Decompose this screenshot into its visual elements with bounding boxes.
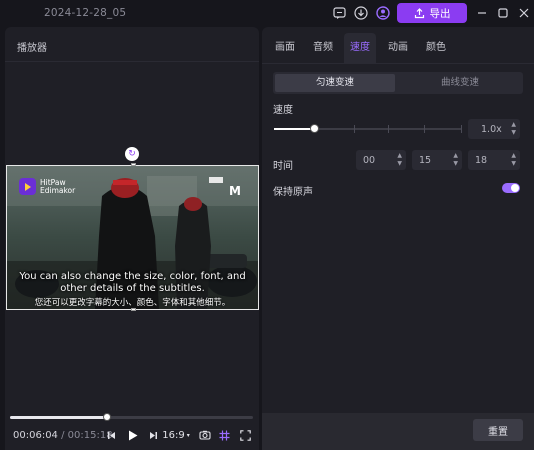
close-icon[interactable]: [516, 5, 532, 21]
properties-panel: 画面 音频 速度 动画 颜色 匀速变速 曲线变速 速度 1.0x ▲ ▼ 时间 0…: [262, 27, 534, 450]
chevron-down-icon[interactable]: ▼: [397, 160, 402, 168]
tab-animation[interactable]: 动画: [383, 33, 413, 63]
video-preview[interactable]: HitPaw Edimakor M You can also change th…: [7, 166, 258, 309]
prev-frame-icon: [107, 431, 115, 439]
minimize-icon[interactable]: [474, 5, 490, 21]
grid-icon: [219, 430, 230, 440]
chevron-up-icon[interactable]: ▲: [453, 152, 458, 160]
current-time: 00:06:04: [13, 430, 58, 441]
speed-value-input[interactable]: 1.0x ▲ ▼: [468, 119, 520, 139]
upload-icon: [414, 7, 424, 18]
reset-button[interactable]: 重置: [473, 419, 523, 441]
grid-button[interactable]: [218, 428, 231, 442]
maximize-icon[interactable]: [495, 5, 511, 21]
chevron-down-icon[interactable]: ▼: [511, 160, 516, 168]
feedback-icon[interactable]: [331, 5, 347, 21]
prev-frame-button[interactable]: [105, 428, 117, 442]
edimakor-logo-icon: [19, 178, 36, 195]
playback-progress-bar[interactable]: [10, 413, 253, 421]
chevron-down-icon: ▾: [186, 431, 190, 439]
tab-color[interactable]: 颜色: [421, 33, 451, 63]
speed-slider[interactable]: [274, 124, 462, 133]
keep-pitch-label: 保持原声: [273, 187, 313, 198]
minutes-stepper[interactable]: ▲ ▼: [453, 152, 458, 168]
resize-handle-top[interactable]: [131, 163, 136, 166]
time-minutes-value: 15: [419, 154, 432, 166]
download-icon[interactable]: [353, 5, 369, 21]
play-icon: [129, 430, 138, 440]
divider: [262, 63, 534, 64]
tab-bar: 画面 音频 速度 动画 颜色: [262, 33, 534, 63]
channel-tag: [209, 177, 223, 183]
progress-fill: [10, 416, 108, 419]
resize-handle-bottom[interactable]: [131, 308, 136, 311]
chevron-down-icon[interactable]: ▼: [511, 129, 516, 137]
watermark-logo: HitPaw Edimakor: [19, 178, 75, 195]
export-button[interactable]: 导出: [397, 3, 467, 23]
uniform-speed-button[interactable]: 匀速变速: [275, 74, 395, 92]
time-hours-input[interactable]: 00 ▲ ▼: [356, 150, 406, 170]
tab-speed[interactable]: 速度: [344, 33, 376, 63]
keep-pitch-toggle[interactable]: [502, 183, 520, 193]
play-button[interactable]: [126, 428, 140, 442]
speed-mode-switch: 匀速变速 曲线变速: [273, 72, 523, 94]
chevron-up-icon[interactable]: ▲: [511, 152, 516, 160]
time-hours-value: 00: [363, 154, 376, 166]
subtitle-english: You can also change the size, color, fon…: [19, 271, 246, 294]
time-seconds-value: 18: [475, 154, 488, 166]
export-label: 导出: [429, 7, 451, 20]
hours-stepper[interactable]: ▲ ▼: [397, 152, 402, 168]
toggle-knob: [511, 184, 519, 192]
speed-label: 速度: [273, 105, 293, 116]
time-minutes-input[interactable]: 15 ▲ ▼: [412, 150, 462, 170]
next-frame-button[interactable]: [147, 428, 159, 442]
time-seconds-input[interactable]: 18 ▲ ▼: [468, 150, 520, 170]
channel-mark: M: [229, 184, 241, 198]
rotate-handle[interactable]: ↻: [125, 147, 139, 161]
progress-knob[interactable]: [103, 413, 112, 421]
watermark-line2: Edimakor: [40, 185, 76, 195]
camera-icon: [198, 430, 211, 440]
next-frame-icon: [149, 431, 157, 439]
project-name: 2024-12-28_05: [44, 7, 127, 19]
subtitle-chinese: 您还可以更改字幕的大小、颜色、字体和其他细节。: [34, 298, 231, 308]
fullscreen-button[interactable]: [239, 428, 252, 442]
curve-speed-button[interactable]: 曲线变速: [399, 74, 521, 92]
slider-tick: [388, 125, 389, 133]
chevron-up-icon[interactable]: ▲: [511, 121, 516, 129]
slider-tick: [424, 125, 425, 133]
seconds-stepper[interactable]: ▲ ▼: [511, 152, 516, 168]
time-display: 00:06:04 / 00:15:18: [13, 430, 113, 441]
divider: [5, 61, 259, 62]
snapshot-button[interactable]: [198, 428, 211, 442]
aspect-ratio-value: 16:9: [162, 429, 185, 441]
speed-value: 1.0x: [481, 123, 502, 135]
player-title: 播放器: [17, 43, 47, 54]
time-separator: /: [57, 430, 68, 441]
player-panel: 播放器 ↻ HitPaw Edimakor M You can also cha…: [5, 27, 259, 450]
user-icon[interactable]: [375, 5, 391, 21]
speed-slider-fill: [274, 128, 314, 130]
tab-picture[interactable]: 画面: [270, 33, 300, 63]
slider-tick: [354, 125, 355, 133]
speed-slider-knob[interactable]: [310, 124, 319, 133]
chevron-down-icon[interactable]: ▼: [453, 160, 458, 168]
chevron-up-icon[interactable]: ▲: [397, 152, 402, 160]
aspect-ratio-dropdown[interactable]: 16:9 ▾: [162, 428, 190, 442]
time-label: 时间: [273, 161, 293, 172]
slider-tick: [461, 125, 462, 133]
tab-audio[interactable]: 音频: [308, 33, 338, 63]
speed-stepper[interactable]: ▲ ▼: [511, 121, 516, 137]
fullscreen-icon: [240, 429, 251, 441]
